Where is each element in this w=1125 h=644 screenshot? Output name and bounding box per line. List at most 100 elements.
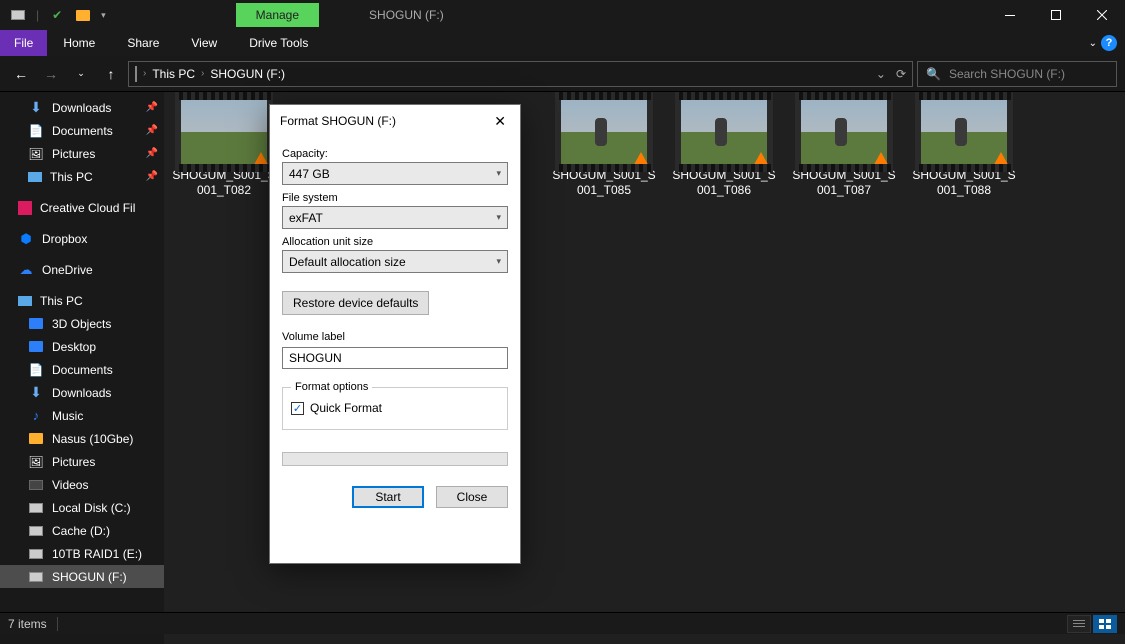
filesystem-label: File system [282, 192, 508, 204]
minimize-button[interactable] [987, 0, 1033, 30]
sidebar-item-label: This PC [50, 170, 93, 184]
tab-home[interactable]: Home [47, 30, 111, 56]
file-thumbnail[interactable]: SHOGUM_S001_S001_T086 [674, 100, 774, 198]
breadcrumb-dropdown-icon[interactable]: ⌄ [876, 67, 886, 81]
status-divider [57, 617, 58, 631]
file-thumbnail[interactable]: SHOGUM_S001_S001_T087 [794, 100, 894, 198]
start-button[interactable]: Start [352, 486, 424, 508]
qat-separator: | [36, 8, 39, 22]
video-thumbnail-icon [675, 100, 773, 164]
file-thumbnail[interactable]: SHOGUM_S001_S001_T085 [554, 100, 654, 198]
properties-icon[interactable]: ✔ [49, 7, 65, 23]
thumbnail-view-button[interactable] [1093, 615, 1117, 633]
sidebar-item-pictures-quick[interactable]: 🖼Pictures📌 [0, 142, 164, 165]
sidebar-item-this-pc[interactable]: This PC [0, 289, 164, 312]
capacity-label: Capacity: [282, 148, 508, 160]
recent-dropdown[interactable]: ⌄ [68, 61, 94, 87]
filesystem-select[interactable]: exFAT▾ [282, 206, 508, 229]
allocation-value: Default allocation size [289, 255, 406, 269]
dialog-title-text: Format SHOGUN (F:) [280, 114, 396, 128]
dialog-close-button[interactable]: ✕ [490, 111, 510, 132]
chevron-right-icon[interactable]: › [143, 68, 146, 79]
vlc-cone-icon [991, 152, 1011, 170]
blue-icon [28, 339, 44, 355]
blue-icon [28, 316, 44, 332]
sidebar-item-downloads[interactable]: ⬇Downloads [0, 381, 164, 404]
sidebar-item-nasus-10gbe-[interactable]: Nasus (10Gbe) [0, 427, 164, 450]
vlc-cone-icon [871, 152, 891, 170]
quick-format-checkbox[interactable]: ✓ Quick Format [291, 401, 499, 415]
sidebar-item-thispc-quick[interactable]: This PC📌 [0, 165, 164, 188]
chevron-right-icon[interactable]: › [201, 68, 204, 79]
tab-share[interactable]: Share [111, 30, 175, 56]
sidebar-item-label: Creative Cloud Fil [40, 201, 135, 215]
breadcrumb[interactable]: › This PC › SHOGUN (F:) ⌄ ⟳ [128, 61, 913, 87]
sidebar-item-music[interactable]: ♪Music [0, 404, 164, 427]
sidebar-item-documents[interactable]: 📄Documents [0, 358, 164, 381]
title-bar: | ✔ ▾ Manage SHOGUN (F:) [0, 0, 1125, 30]
manage-contextual-tab[interactable]: Manage [236, 3, 319, 27]
back-button[interactable]: ← [8, 61, 34, 87]
sidebar-item-label: Downloads [52, 101, 111, 115]
format-dialog: Format SHOGUN (F:) ✕ Capacity: 447 GB▾ F… [269, 104, 521, 564]
folder-icon [28, 431, 44, 447]
details-view-button[interactable] [1067, 615, 1091, 633]
vlc-cone-icon [631, 152, 651, 170]
filesystem-value: exFAT [289, 211, 323, 225]
sidebar-item-label: Music [52, 409, 83, 423]
sidebar-item-label: Nasus (10Gbe) [52, 432, 133, 446]
sidebar-item-videos[interactable]: Videos [0, 473, 164, 496]
vlc-cone-icon [251, 152, 271, 170]
sidebar-item-10tb-raid1-e-[interactable]: 10TB RAID1 (E:) [0, 542, 164, 565]
sidebar-item-downloads-quick[interactable]: ⬇ Downloads 📌 [0, 96, 164, 119]
pin-icon: 📌 [146, 102, 158, 113]
sidebar-item-local-disk-c-[interactable]: Local Disk (C:) [0, 496, 164, 519]
pin-icon: 📌 [146, 148, 158, 159]
drive-icon [135, 67, 137, 81]
pic-icon: 🖼 [28, 454, 44, 470]
file-name: SHOGUM_S001_S001_T086 [672, 168, 775, 198]
sidebar-item-cache-d-[interactable]: Cache (D:) [0, 519, 164, 542]
tab-drive-tools[interactable]: Drive Tools [233, 30, 324, 56]
download-icon: ⬇ [28, 100, 44, 116]
breadcrumb-root[interactable]: This PC [152, 67, 195, 81]
volume-label-input[interactable] [282, 347, 508, 369]
maximize-button[interactable] [1033, 0, 1079, 30]
sidebar-item-pictures[interactable]: 🖼 Pictures [0, 450, 164, 473]
tab-view[interactable]: View [175, 30, 233, 56]
sidebar-item-dropbox[interactable]: ⬢Dropbox [0, 227, 164, 250]
sidebar-item-creative-cloud[interactable]: Creative Cloud Fil [0, 196, 164, 219]
file-thumbnail[interactable]: SHOGUM_S001_S001_T088 [914, 100, 1014, 198]
file-tab[interactable]: File [0, 30, 47, 56]
sidebar-item-onedrive[interactable]: ☁OneDrive [0, 258, 164, 281]
sidebar-item-label: Videos [52, 478, 88, 492]
pc-icon [18, 296, 32, 306]
sidebar-item-shogun-f-[interactable]: SHOGUN (F:) [0, 565, 164, 588]
new-folder-icon[interactable] [75, 7, 91, 23]
close-dialog-button[interactable]: Close [436, 486, 508, 508]
allocation-select[interactable]: Default allocation size▾ [282, 250, 508, 273]
up-button[interactable]: ↑ [98, 61, 124, 87]
search-input[interactable]: 🔍 Search SHOGUN (F:) [917, 61, 1117, 87]
breadcrumb-current[interactable]: SHOGUN (F:) [210, 67, 285, 81]
qat-dropdown-icon[interactable]: ▾ [101, 10, 106, 21]
video-thumbnail-icon [175, 100, 273, 164]
restore-defaults-button[interactable]: Restore device defaults [282, 291, 429, 315]
file-thumbnail[interactable]: SHOGUM_S001_S001_T082 [174, 100, 274, 198]
sidebar-item-desktop[interactable]: Desktop [0, 335, 164, 358]
drive-icon [28, 500, 44, 516]
close-button[interactable] [1079, 0, 1125, 30]
sidebar-item-documents-quick[interactable]: 📄Documents📌 [0, 119, 164, 142]
refresh-icon[interactable]: ⟳ [896, 67, 906, 81]
quick-format-label: Quick Format [310, 401, 382, 415]
quick-access-toolbar: | ✔ ▾ [0, 7, 116, 23]
help-icon[interactable]: ? [1101, 35, 1117, 51]
file-name: SHOGUM_S001_S001_T088 [912, 168, 1015, 198]
ribbon-collapse-icon[interactable]: ⌄ [1089, 38, 1097, 49]
sidebar-item-3d-objects[interactable]: 3D Objects [0, 312, 164, 335]
ribbon-tabs: File Home Share View Drive Tools ⌄ ? [0, 30, 1125, 56]
sidebar-item-label: Pictures [52, 455, 95, 469]
capacity-select[interactable]: 447 GB▾ [282, 162, 508, 185]
sidebar-item-label: SHOGUN (F:) [52, 570, 127, 584]
forward-button[interactable]: → [38, 61, 64, 87]
